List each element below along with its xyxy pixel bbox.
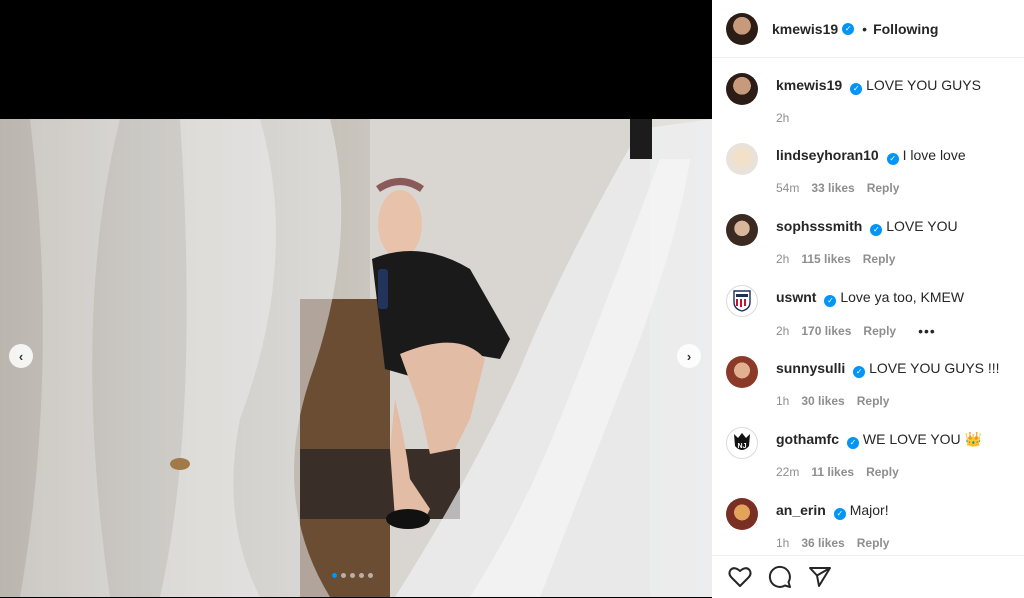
- comment-likes[interactable]: 30 likes: [801, 394, 844, 408]
- avatar[interactable]: [726, 498, 758, 530]
- avatar[interactable]: NJ: [726, 427, 758, 459]
- carousel-dot: [368, 573, 373, 578]
- reply-button[interactable]: Reply: [867, 181, 900, 195]
- comment-text: I love love: [902, 147, 966, 163]
- comment-item: sophsssmith ✓ LOVE YOU 2h 115 likes Reply: [726, 214, 958, 266]
- comment-likes[interactable]: 170 likes: [801, 324, 851, 338]
- post-photo: [0, 119, 712, 597]
- reply-button[interactable]: Reply: [857, 536, 890, 550]
- avatar[interactable]: [726, 73, 758, 105]
- carousel-next-button[interactable]: ›: [677, 344, 701, 368]
- carousel-dot: [359, 573, 364, 578]
- uswnt-crest-icon: [733, 290, 751, 312]
- comment-text: Major!: [849, 502, 889, 518]
- verified-badge-icon: ✓: [824, 295, 837, 307]
- carousel-indicator: [332, 573, 373, 578]
- heart-icon[interactable]: [728, 566, 752, 588]
- comment-item: uswnt ✓ Love ya too, KMEW 2h 170 likes Repl…: [726, 285, 964, 339]
- post-header: kmewis19 ✓ • Following: [712, 0, 1024, 58]
- comment-time[interactable]: 2h: [776, 324, 789, 338]
- author-username[interactable]: kmewis19: [772, 21, 838, 37]
- comment-time[interactable]: 22m: [776, 465, 799, 479]
- comment-likes[interactable]: 115 likes: [801, 252, 850, 266]
- comment-username[interactable]: gothamfc: [776, 431, 839, 447]
- comment-time[interactable]: 54m: [776, 181, 799, 195]
- post-panel: kmewis19 ✓ • Following kmewis19 ✓ LOVE YO…: [712, 0, 1024, 598]
- reply-button[interactable]: Reply: [863, 324, 896, 338]
- gothamfc-crest-icon: NJ: [734, 433, 750, 450]
- comment-time[interactable]: 2h: [776, 252, 789, 266]
- comment-time[interactable]: 1h: [776, 394, 789, 408]
- following-button[interactable]: Following: [873, 21, 938, 37]
- caption: kmewis19 ✓ LOVE YOU GUYS 2h: [726, 73, 981, 125]
- comment-item: NJ gothamfc ✓ WE LOVE YOU 👑 22m 11 likes Re…: [726, 427, 982, 479]
- comment-text: LOVE YOU: [886, 218, 958, 234]
- comment-item: sunnysulli ✓ LOVE YOU GUYS !!! 1h 30 likes…: [726, 356, 1000, 408]
- comment-time[interactable]: 1h: [776, 536, 789, 550]
- avatar[interactable]: [726, 143, 758, 175]
- chevron-left-icon: ‹: [18, 348, 24, 364]
- comment-username[interactable]: kmewis19: [776, 77, 842, 93]
- comment-likes[interactable]: 33 likes: [811, 181, 854, 195]
- separator-dot: •: [862, 20, 868, 37]
- carousel-dot: [332, 573, 337, 578]
- comment-text: Love ya too, KMEW: [840, 289, 965, 305]
- svg-text:NJ: NJ: [738, 443, 747, 450]
- post-actions: [712, 555, 1024, 598]
- more-options-button[interactable]: •••: [918, 323, 936, 339]
- comment-username[interactable]: sophsssmith: [776, 218, 862, 234]
- avatar[interactable]: [726, 285, 758, 317]
- carousel-dot: [350, 573, 355, 578]
- comment-icon[interactable]: [768, 565, 792, 589]
- avatar[interactable]: [726, 356, 758, 388]
- comment-username[interactable]: lindseyhoran10: [776, 147, 879, 163]
- reply-button[interactable]: Reply: [857, 394, 890, 408]
- verified-badge-icon: ✓: [847, 437, 859, 449]
- comment-username[interactable]: uswnt: [776, 289, 816, 305]
- comment-username[interactable]: an_erin: [776, 502, 826, 518]
- reply-button[interactable]: Reply: [863, 252, 896, 266]
- comment-text: WE LOVE YOU 👑: [862, 431, 982, 447]
- comment-item: an_erin ✓ Major! 1h 36 likes Reply: [726, 498, 889, 550]
- comment-username[interactable]: sunnysulli: [776, 360, 845, 376]
- verified-badge-icon: ✓: [842, 22, 855, 35]
- comment-likes[interactable]: 11 likes: [811, 465, 854, 479]
- reply-button[interactable]: Reply: [866, 465, 899, 479]
- comment-text: LOVE YOU GUYS !!!: [869, 360, 1000, 376]
- share-icon[interactable]: [808, 565, 832, 589]
- verified-badge-icon: ✓: [870, 224, 883, 236]
- comment-likes[interactable]: 36 likes: [801, 536, 844, 550]
- verified-badge-icon: ✓: [886, 153, 899, 165]
- verified-badge-icon: ✓: [853, 366, 866, 378]
- comment-text: LOVE YOU GUYS: [866, 77, 981, 93]
- carousel-prev-button[interactable]: ‹: [9, 344, 33, 368]
- carousel-dot: [341, 573, 346, 578]
- author-avatar[interactable]: [726, 12, 758, 45]
- avatar[interactable]: [726, 214, 758, 246]
- comment-time[interactable]: 2h: [776, 111, 789, 125]
- verified-badge-icon: ✓: [833, 508, 846, 520]
- chevron-right-icon: ›: [686, 348, 692, 364]
- media-viewer: ‹ ›: [0, 0, 712, 598]
- comment-item: lindseyhoran10 ✓ I love love 54m 33 likes R…: [726, 143, 966, 195]
- verified-badge-icon: ✓: [850, 83, 863, 95]
- comments-list[interactable]: kmewis19 ✓ LOVE YOU GUYS 2h lindseyhoran1…: [712, 59, 1024, 555]
